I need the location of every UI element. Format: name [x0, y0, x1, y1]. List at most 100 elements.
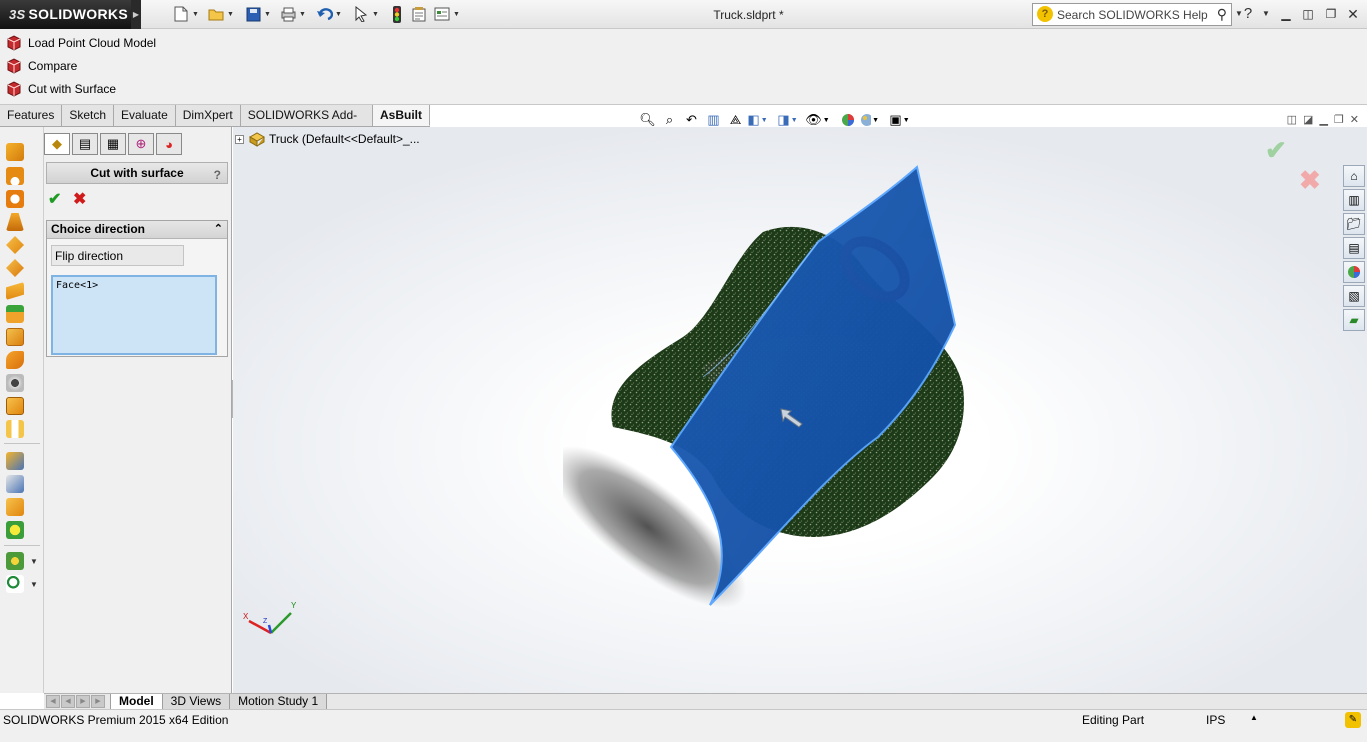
choice-direction-group: Choice direction ⌃ Flip direction Face<1… — [46, 220, 228, 357]
split-view-icon[interactable]: ◫ — [1287, 113, 1297, 126]
collapse-chevron-icon[interactable]: ⌃ — [214, 221, 223, 238]
feature-manager-tab[interactable]: ◆ — [44, 133, 70, 155]
appearances-scenes-icon[interactable] — [1343, 261, 1365, 283]
custom-properties-icon[interactable]: ▧ — [1343, 285, 1365, 307]
group-header[interactable]: Choice direction ⌃ — [47, 221, 227, 239]
confirmation-cancel-icon[interactable]: ✖ — [1299, 165, 1321, 196]
minimize-icon[interactable]: ▁ — [1319, 113, 1327, 126]
close-window-icon[interactable]: ✕ — [1350, 113, 1359, 126]
tab-asbuilt[interactable]: AsBuilt — [373, 105, 430, 126]
design-library-icon[interactable]: ▥ — [1343, 189, 1365, 211]
load-point-cloud-button[interactable]: Load Point Cloud Model — [6, 33, 156, 53]
tab-model[interactable]: Model — [110, 694, 163, 709]
view-orientation-icon[interactable]: ◧ ▼ — [747, 111, 767, 129]
property-manager: ◆ ▤ ▦ ⊕ ◕ Cut with surface ? ✔ ✖ Choice … — [44, 127, 232, 693]
chamfer-icon[interactable] — [6, 259, 24, 277]
dynamic-annotation-icon[interactable]: ⟁ — [726, 111, 745, 129]
prev-tab-icon[interactable]: ◀ — [61, 695, 75, 708]
ok-checkmark-button[interactable]: ✔ — [48, 189, 61, 209]
extrude-icon[interactable] — [6, 143, 24, 161]
close-window-icon[interactable]: ✕ — [1344, 6, 1362, 22]
sketch-tools-icon[interactable] — [6, 452, 24, 470]
minimize-icon[interactable]: ▁ — [1277, 6, 1295, 22]
restore-window-icon[interactable]: ❐ — [1322, 6, 1340, 22]
plane-icon[interactable] — [6, 475, 24, 493]
help-question-icon[interactable]: ? — [214, 165, 221, 185]
selection-item[interactable]: Face<1> — [56, 280, 98, 291]
tab-solidworks-add-ins[interactable]: SOLIDWORKS Add-Ins — [240, 105, 373, 142]
feature-tree-flyout[interactable]: + Truck (Default<<Default>_... — [235, 131, 420, 147]
cancel-button[interactable]: ✖ — [73, 189, 86, 209]
tab-motion-study-1[interactable]: Motion Study 1 — [229, 694, 328, 709]
pm-title-text: Cut with surface — [90, 166, 184, 180]
link-views-icon[interactable]: ◪ — [1303, 113, 1313, 126]
file-explorer-icon[interactable]: 📁︎ — [1343, 213, 1365, 235]
selection-list-box[interactable]: Face<1> — [51, 275, 217, 355]
cut-with-surface-button[interactable]: Cut with Surface — [6, 79, 116, 99]
configuration-manager-tab[interactable]: ▦ — [100, 133, 126, 155]
flip-direction-button[interactable]: Flip direction — [51, 245, 184, 266]
restore-window-icon[interactable]: ❐ — [1334, 113, 1344, 126]
curves-icon[interactable] — [6, 420, 24, 438]
tab-dimxpert[interactable]: DimXpert — [175, 105, 241, 126]
apply-scene-icon[interactable]: ▼ — [860, 111, 879, 129]
draft-icon[interactable] — [6, 328, 24, 346]
display-manager-tab[interactable]: ◕ — [156, 133, 182, 155]
curve-tools-icon[interactable] — [6, 575, 24, 593]
instant3d-icon[interactable] — [6, 552, 24, 570]
help-question-icon[interactable]: ? — [1240, 6, 1256, 22]
tab-sketch[interactable]: Sketch — [62, 105, 115, 126]
zoom-to-area-icon[interactable]: ⌕ — [660, 111, 679, 129]
loft-icon[interactable] — [6, 213, 24, 231]
search-help-box[interactable]: ? Search SOLIDWORKS Help ⚲ — [1032, 3, 1232, 26]
manager-tabs: ◆ ▤ ▦ ⊕ ◕ — [44, 133, 184, 155]
view-palette-icon[interactable]: ▤ — [1343, 237, 1365, 259]
customize-status-icon[interactable]: ✎ — [1345, 712, 1361, 728]
solidworks-forum-icon[interactable]: ▰ — [1343, 309, 1365, 331]
hide-show-items-icon[interactable]: 👁︎ ▼ — [805, 111, 829, 129]
search-icon[interactable]: ⚲ — [1217, 6, 1227, 23]
next-tab-icon[interactable]: ▶ — [76, 695, 90, 708]
compare-button[interactable]: Compare — [6, 56, 77, 76]
fillet-icon[interactable] — [6, 236, 24, 254]
display-style-icon[interactable]: ◨ ▼ — [777, 111, 797, 129]
tab-evaluate[interactable]: Evaluate — [114, 105, 176, 126]
solidworks-resources-icon[interactable]: ⌂ — [1343, 165, 1365, 187]
help-dropdown-arrow[interactable]: ▼ — [1261, 6, 1271, 22]
rib-icon[interactable] — [6, 305, 24, 323]
property-manager-title: Cut with surface ? — [46, 162, 228, 184]
revolve-icon[interactable] — [6, 167, 24, 185]
sweep-icon[interactable] — [6, 190, 24, 208]
shell-icon[interactable] — [6, 282, 24, 300]
last-tab-icon[interactable]: ▶ — [91, 695, 105, 708]
unit-system-selector[interactable]: IPS — [1206, 713, 1225, 727]
units-dropdown-arrow[interactable]: ▲ — [1250, 713, 1258, 722]
chevron-down-icon[interactable]: ▼ — [30, 557, 38, 566]
graphics-area[interactable]: + Truck (Default<<Default>_... 🔍︎ ⌕ ↶ ▥ … — [233, 112, 1367, 693]
property-manager-tab[interactable]: ▤ — [72, 133, 98, 155]
reference-geometry-icon[interactable] — [6, 397, 24, 415]
feature-toolbar: ▼ ▼ — [0, 127, 44, 693]
view-settings-icon[interactable]: ▣ ▼ — [889, 111, 909, 129]
feature-tree-root[interactable]: Truck (Default<<Default>_... — [269, 132, 420, 146]
first-tab-icon[interactable]: ◀ — [46, 695, 60, 708]
window-tile-icon[interactable]: ◫ — [1299, 6, 1317, 22]
wrap-icon[interactable] — [6, 351, 24, 369]
point-icon[interactable] — [6, 521, 24, 539]
tab-features[interactable]: Features — [0, 105, 63, 126]
tab-3d-views[interactable]: 3D Views — [161, 694, 231, 709]
model-scene[interactable] — [563, 157, 1003, 647]
intersect-icon[interactable] — [6, 374, 24, 392]
expand-plus-icon[interactable]: + — [235, 134, 244, 144]
axis-icon[interactable] — [6, 498, 24, 516]
section-view-icon[interactable]: ▥ — [704, 111, 723, 129]
zoom-to-fit-icon[interactable]: 🔍︎ — [638, 111, 657, 129]
title-bar: 3S SOLIDWORKS ▶ ▼ ▼ ▼ ▼ ▼ ▼ ▼ Truck.sldpr… — [0, 0, 1367, 29]
search-input[interactable]: Search SOLIDWORKS Help — [1057, 8, 1208, 22]
chevron-down-icon[interactable]: ▼ — [30, 580, 38, 589]
previous-view-icon[interactable]: ↶ — [682, 111, 701, 129]
confirmation-ok-icon[interactable]: ✔ — [1265, 135, 1287, 166]
solidworks-window: 3S SOLIDWORKS ▶ ▼ ▼ ▼ ▼ ▼ ▼ ▼ Truck.sldpr… — [0, 0, 1367, 742]
edit-appearance-icon[interactable] — [838, 111, 857, 129]
dimxpert-manager-tab[interactable]: ⊕ — [128, 133, 154, 155]
